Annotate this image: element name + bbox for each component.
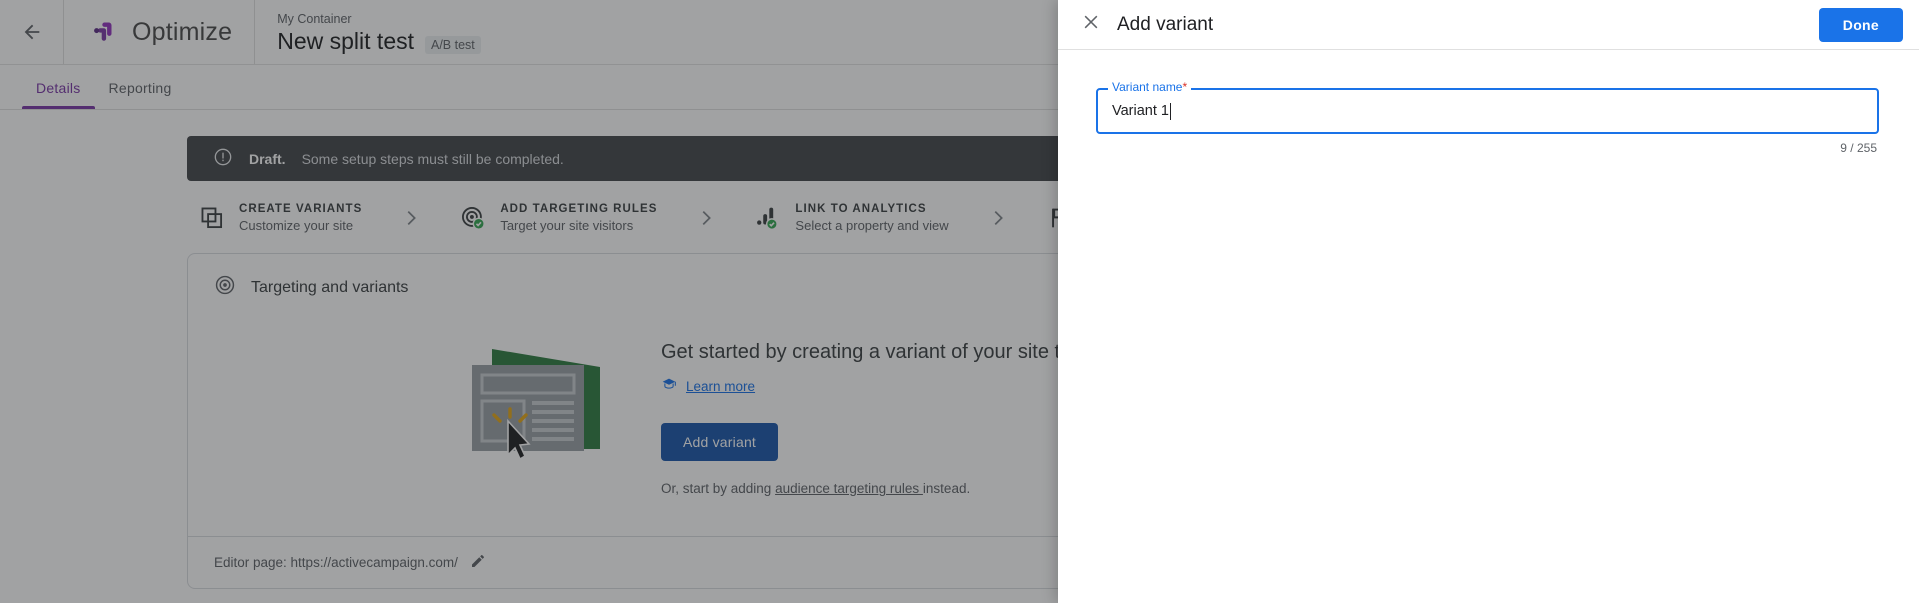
panel-title: Add variant (1117, 13, 1214, 35)
panel-body: Variant name* Variant 1 9 / 255 (1058, 50, 1919, 155)
variant-name-value-row: Variant 1 (1112, 102, 1171, 120)
done-button[interactable]: Done (1818, 7, 1903, 42)
variant-name-label-text: Variant name (1112, 80, 1183, 94)
text-caret (1170, 102, 1171, 120)
close-icon (1081, 12, 1101, 37)
character-counter: 9 / 255 (1840, 141, 1877, 155)
add-variant-panel: Add variant Done Variant name* Variant 1… (1058, 0, 1919, 603)
variant-name-label: Variant name* (1108, 80, 1192, 94)
panel-header: Add variant Done (1058, 0, 1919, 50)
variant-name-field[interactable]: Variant name* Variant 1 (1096, 81, 1879, 134)
close-button[interactable] (1076, 10, 1106, 40)
required-marker: * (1182, 80, 1188, 94)
variant-name-input[interactable]: Variant 1 (1112, 103, 1169, 119)
